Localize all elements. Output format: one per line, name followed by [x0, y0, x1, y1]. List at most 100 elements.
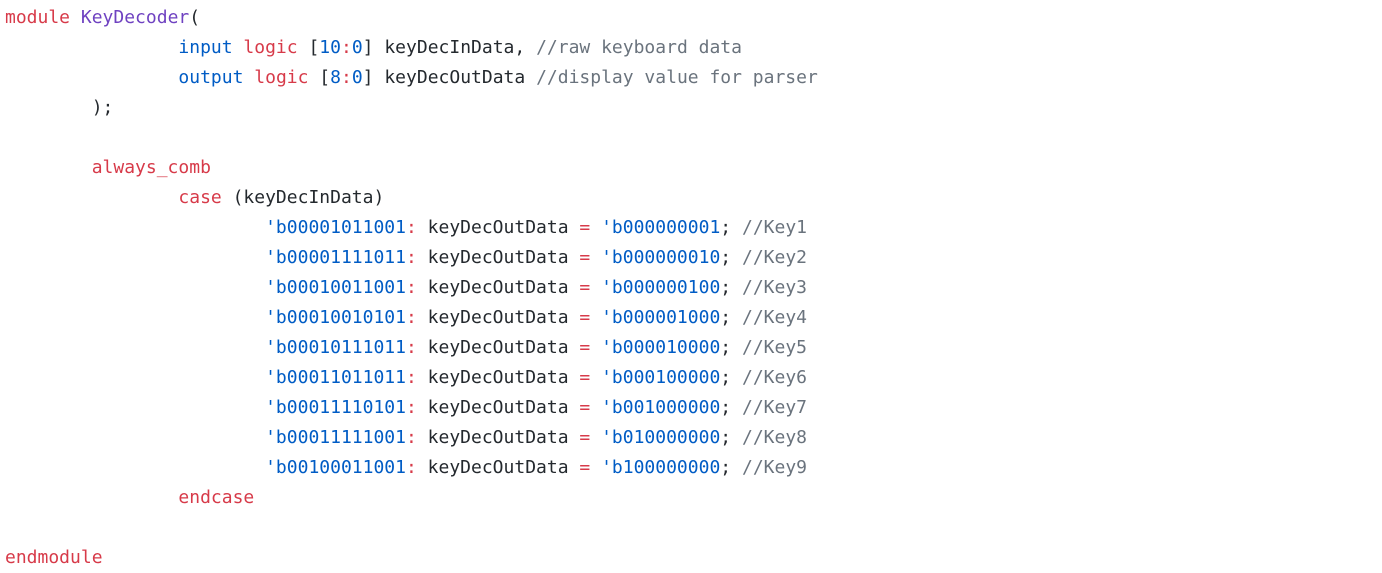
code-literal: 'b00100011001	[265, 457, 406, 478]
code-token: ;	[720, 277, 742, 298]
code-literal: 'b00001011001	[265, 217, 406, 238]
code-operator: :	[405, 427, 417, 448]
code-line: );	[5, 93, 1375, 123]
code-operator: :	[405, 397, 417, 418]
code-token: [	[297, 37, 320, 58]
code-literal: 'b010000000	[601, 427, 721, 448]
code-comment: //Key8	[741, 427, 808, 448]
code-literal: 'b00011111001	[265, 427, 406, 448]
code-token: ;	[720, 397, 742, 418]
code-literal: 0	[351, 67, 363, 88]
code-token: (keyDecInData)	[221, 187, 385, 208]
code-literal: 'b00010111011	[265, 337, 406, 358]
code-comment: //Key3	[741, 277, 808, 298]
code-line: 'b00010010101: keyDecOutData = 'b0000010…	[5, 303, 1375, 333]
code-line: input logic [10:0] keyDecInData, //raw k…	[5, 33, 1375, 63]
code-keyword: logic	[254, 67, 309, 88]
code-comment: //Key1	[741, 217, 808, 238]
code-operator: :	[405, 307, 417, 328]
code-line: 'b00001011001: keyDecOutData = 'b0000000…	[5, 213, 1375, 243]
code-line: 'b00010011001: keyDecOutData = 'b0000001…	[5, 273, 1375, 303]
code-token: ;	[720, 337, 742, 358]
code-operator: =	[579, 217, 591, 238]
code-comment: //Key5	[741, 337, 808, 358]
code-keyword: logic	[243, 37, 298, 58]
code-comment: //Key6	[741, 367, 808, 388]
code-keyword: case	[178, 187, 222, 208]
code-keyword: endmodule	[5, 547, 103, 568]
code-keyword: input	[178, 37, 233, 58]
code-comment: //Key7	[741, 397, 808, 418]
code-token: keyDecOutData	[416, 337, 580, 358]
code-line: always_comb	[5, 153, 1375, 183]
code-comment: //Key4	[741, 307, 808, 328]
code-operator: =	[579, 457, 591, 478]
code-token: keyDecOutData	[416, 397, 580, 418]
code-literal: 'b00001111011	[265, 247, 406, 268]
code-module-name: KeyDecoder	[80, 7, 190, 28]
code-token: keyDecOutData	[416, 307, 580, 328]
code-token: ;	[720, 247, 742, 268]
code-line: 'b00011110101: keyDecOutData = 'b0010000…	[5, 393, 1375, 423]
code-token: keyDecOutData	[416, 277, 580, 298]
code-line: 'b00001111011: keyDecOutData = 'b0000000…	[5, 243, 1375, 273]
code-operator: =	[579, 367, 591, 388]
code-operator: :	[405, 277, 417, 298]
code-operator: :	[340, 37, 352, 58]
code-token: keyDecOutData	[416, 427, 580, 448]
code-operator: :	[405, 247, 417, 268]
code-token: ;	[720, 367, 742, 388]
code-line: 'b00010111011: keyDecOutData = 'b0000100…	[5, 333, 1375, 363]
code-token: keyDecOutData	[416, 457, 580, 478]
code-operator: =	[579, 397, 591, 418]
code-keyword: module	[5, 7, 71, 28]
code-token: ] keyDecOutData	[362, 67, 537, 88]
code-literal: 0	[351, 37, 363, 58]
code-literal: 'b000001000	[601, 307, 721, 328]
code-comment: //raw keyboard data	[536, 37, 742, 58]
code-literal: 'b000000100	[601, 277, 721, 298]
code-literal: 'b100000000	[601, 457, 721, 478]
code-operator: :	[405, 457, 417, 478]
code-literal: 'b000000001	[601, 217, 721, 238]
code-literal: 10	[319, 37, 341, 58]
code-token: ;	[720, 307, 742, 328]
code-block: module KeyDecoder( input logic [10:0] ke…	[5, 3, 1375, 573]
code-literal: 'b00010010101	[265, 307, 406, 328]
code-comment: //Key9	[741, 457, 808, 478]
code-literal: 'b000010000	[601, 337, 721, 358]
code-operator: =	[579, 247, 591, 268]
code-operator: =	[579, 427, 591, 448]
code-comment: //display value for parser	[536, 67, 818, 88]
code-token: ] keyDecInData,	[362, 37, 537, 58]
code-operator: :	[405, 337, 417, 358]
code-literal: 'b00010011001	[265, 277, 406, 298]
code-keyword: endcase	[178, 487, 255, 508]
code-keyword: always_comb	[91, 157, 211, 178]
code-token: ;	[720, 457, 742, 478]
code-literal: 'b000000010	[601, 247, 721, 268]
code-comment: //Key2	[741, 247, 808, 268]
code-literal: 'b00011110101	[265, 397, 406, 418]
code-line: endcase	[5, 483, 1375, 513]
code-line: 'b00011011011: keyDecOutData = 'b0001000…	[5, 363, 1375, 393]
